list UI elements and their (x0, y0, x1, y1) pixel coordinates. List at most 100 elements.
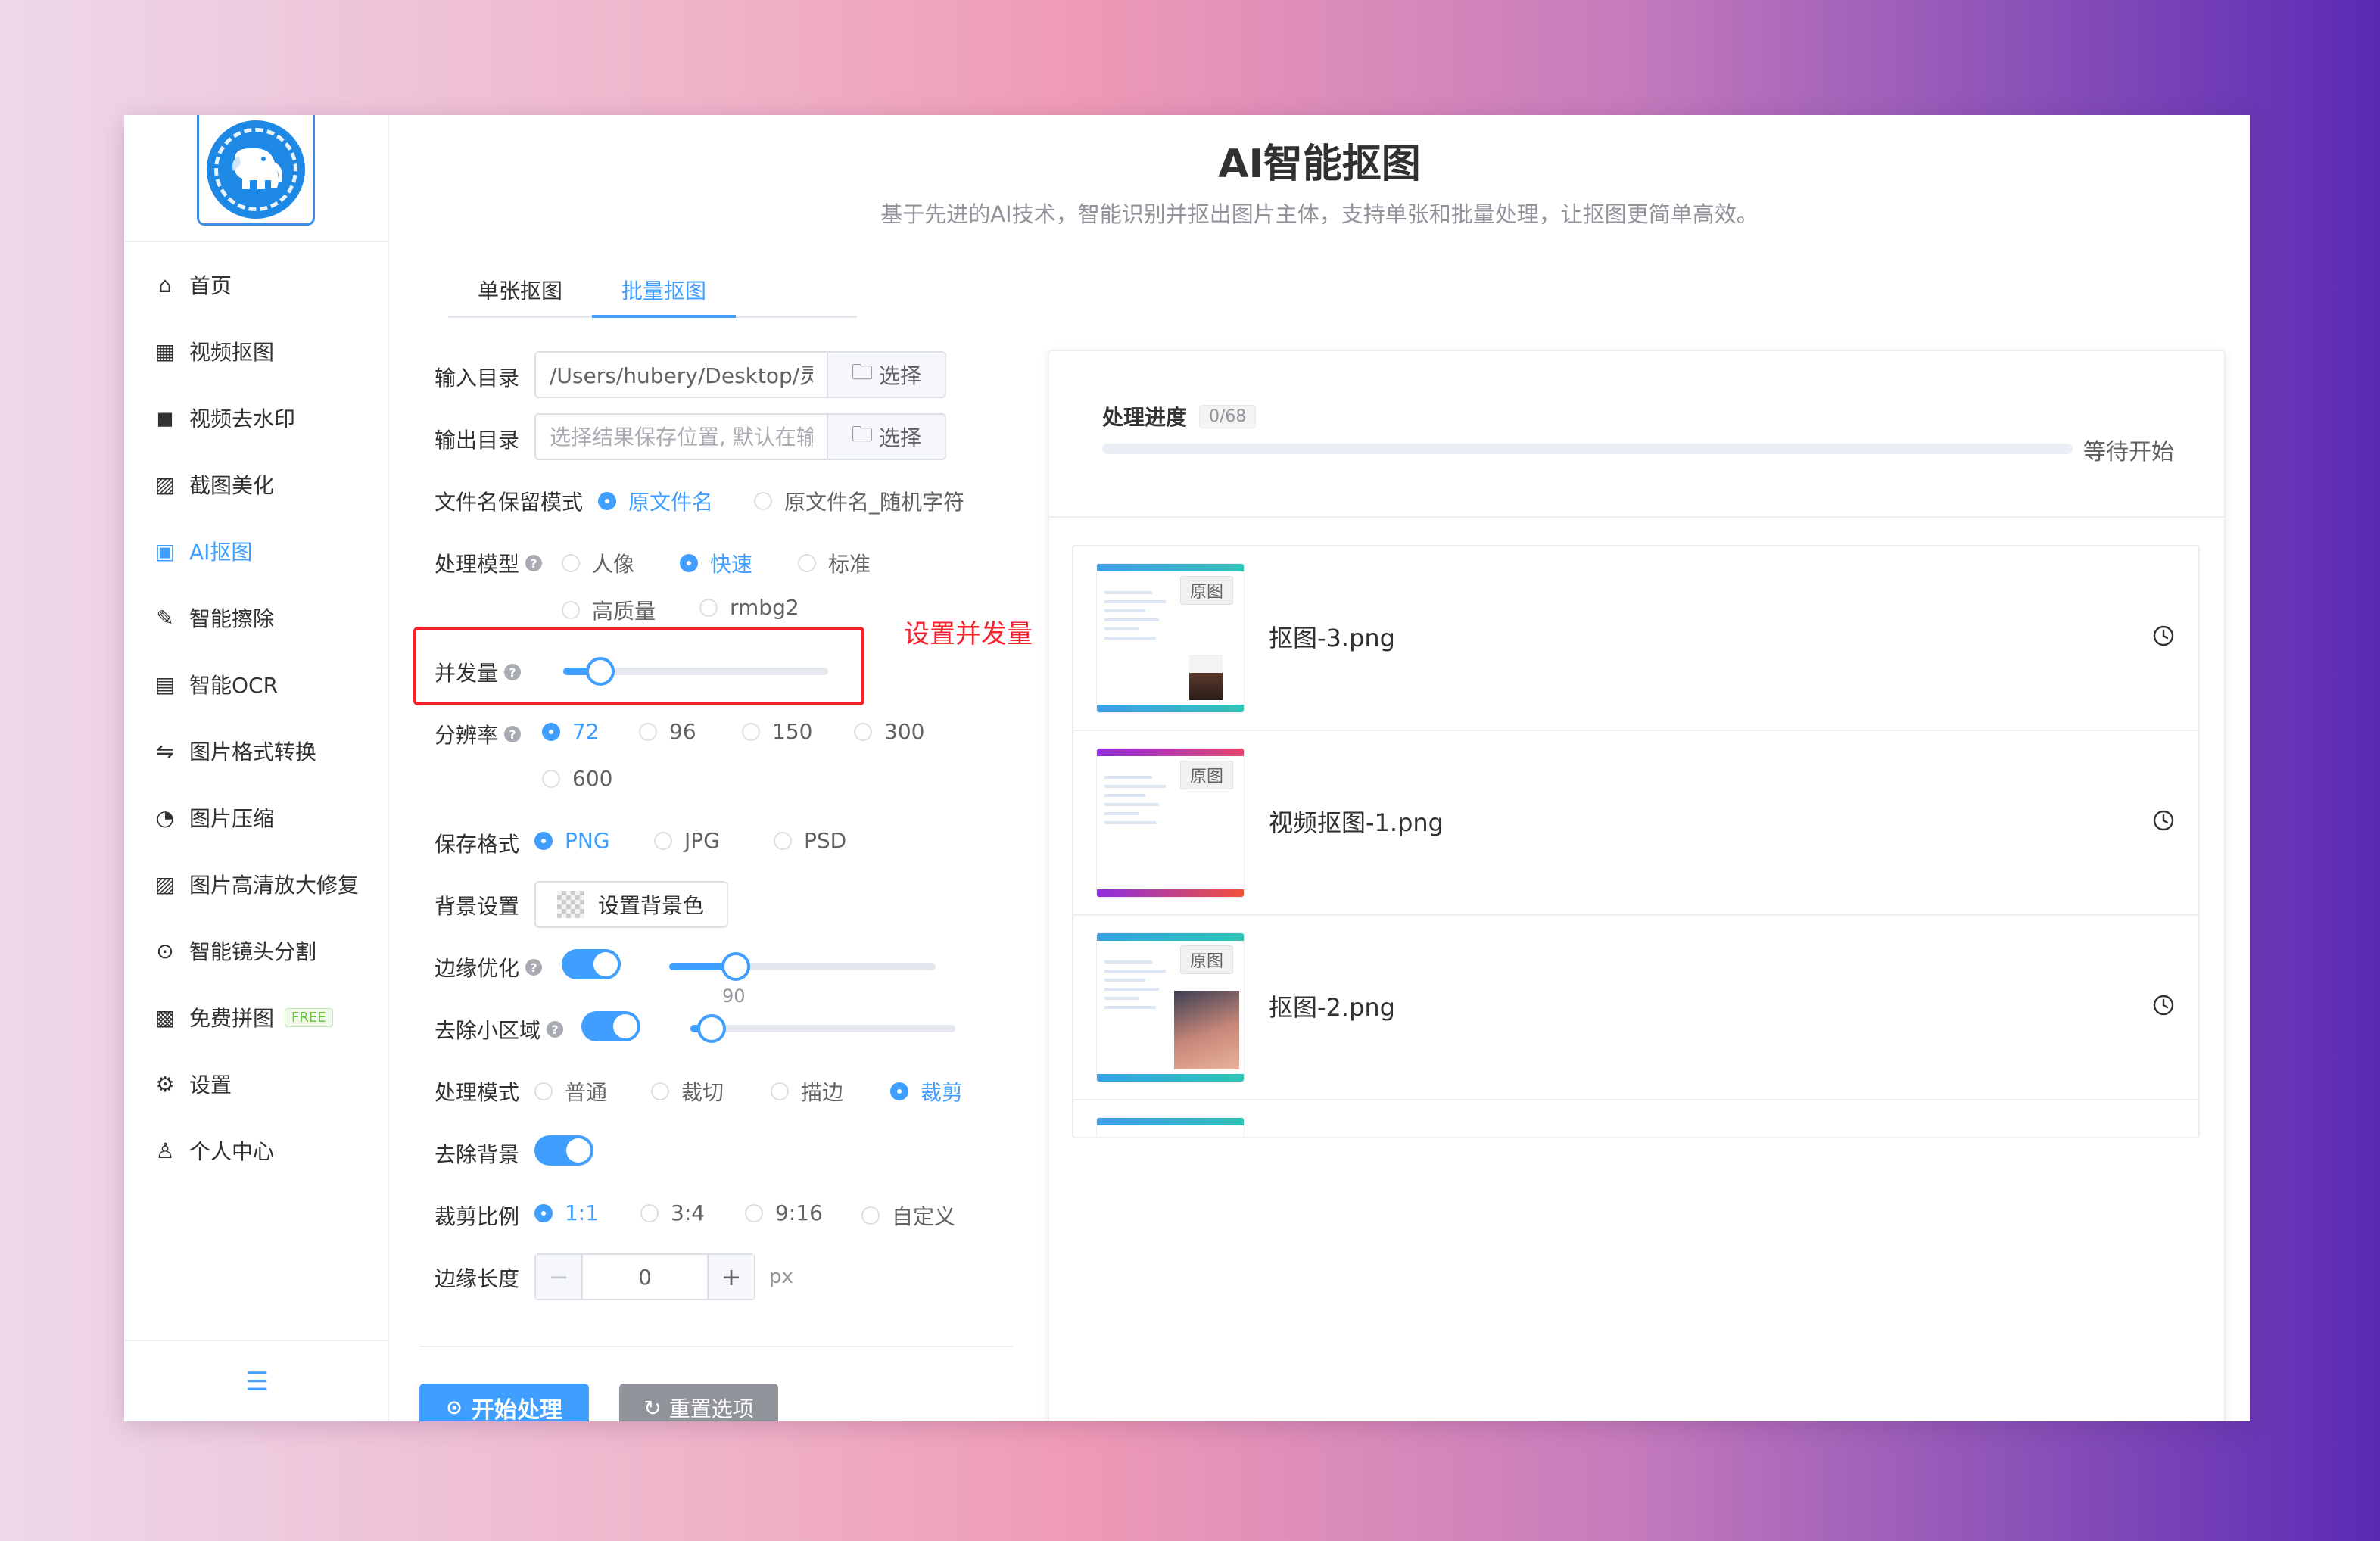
slider-thumb[interactable] (586, 657, 615, 686)
original-tag: 原图 (1180, 945, 1234, 974)
remove-bg-switch[interactable] (534, 1135, 593, 1166)
radio-ratio-custom[interactable]: 自定义 (861, 1200, 955, 1231)
radio-format-jpg[interactable]: JPG (654, 828, 720, 853)
remove-small-label: 去除小区域? (435, 1014, 564, 1044)
radio-model-portrait[interactable]: 人像 (562, 548, 634, 578)
increment-button[interactable]: + (707, 1255, 754, 1299)
sidebar-item-4[interactable]: ▣ AI抠图 (124, 518, 388, 584)
sidebar-item-label: 智能OCR (189, 673, 279, 698)
radio-model-fast[interactable]: 快速 (680, 548, 752, 578)
sidebar-item-10[interactable]: ⊙ 智能镜头分割 (124, 917, 388, 984)
radio-res-150[interactable]: 150 (742, 719, 812, 744)
file-thumbnail: 原图 (1096, 563, 1245, 713)
radio-ratio-9-16[interactable]: 9:16 (745, 1200, 823, 1225)
original-tag: 原图 (1180, 576, 1234, 605)
file-name: 视频抠图-1.png (1269, 808, 1444, 837)
home-icon: ⌂ (158, 272, 172, 297)
camera-icon: ◼ (156, 405, 174, 431)
file-item-partial (1073, 1100, 2198, 1137)
sidebar-item-label: 设置 (189, 1072, 232, 1097)
sidebar-item-label: 智能擦除 (189, 606, 275, 631)
model-label: 处理模型? (435, 548, 543, 578)
sidebar-item-5[interactable]: ✎ 智能擦除 (124, 584, 388, 651)
edge-optimize-switch[interactable] (562, 949, 621, 979)
filename-mode-label: 文件名保留模式 (435, 490, 584, 515)
radio-format-psd[interactable]: PSD (774, 828, 846, 853)
compress-icon: ◔ (155, 805, 175, 830)
sidebar-item-8[interactable]: ◔ 图片压缩 (124, 784, 388, 851)
edge-length-value[interactable]: 0 (583, 1255, 707, 1299)
file-name: 抠图-2.png (1269, 993, 1395, 1022)
output-dir-field[interactable] (536, 415, 827, 459)
remove-small-slider[interactable] (690, 1014, 955, 1043)
slider-thumb[interactable] (697, 1014, 726, 1043)
file-thumbnail: 原图 (1096, 748, 1245, 898)
tab-batch[interactable]: 批量抠图 (592, 272, 736, 318)
radio-mode-crop[interactable]: 裁剪 (890, 1076, 963, 1107)
play-circle-icon: ⊙ (446, 1396, 463, 1419)
slider-thumb[interactable] (721, 952, 750, 981)
decrement-button[interactable]: − (536, 1255, 583, 1299)
start-process-button[interactable]: ⊙ 开始处理 (419, 1384, 589, 1421)
help-icon: ? (504, 664, 522, 680)
sidebar-item-2[interactable]: ◼ 视频去水印 (124, 384, 388, 451)
radio-model-rmbg2[interactable]: rmbg2 (699, 595, 799, 620)
sidebar-item-label: 免费拼图 (189, 1006, 275, 1031)
radio-mode-cut[interactable]: 裁切 (651, 1076, 724, 1107)
radio-mode-normal[interactable]: 普通 (534, 1076, 607, 1107)
transparent-icon (557, 891, 584, 918)
radio-res-600[interactable]: 600 (542, 766, 612, 791)
user-icon: ♙ (155, 1138, 175, 1163)
radio-ratio-3-4[interactable]: 3:4 (640, 1200, 705, 1225)
sidebar-item-12[interactable]: ⚙ 设置 (124, 1051, 388, 1117)
sidebar-item-6[interactable]: ▤ 智能OCR (124, 651, 388, 718)
collapse-menu-icon[interactable]: ☰ (244, 1367, 271, 1397)
output-dir-select-button[interactable]: 🗀 选择 (827, 415, 945, 459)
page-subtitle: 基于先进的AI技术，智能识别并抠出图片主体，支持单张和批量处理，让抠图更简单高效… (880, 201, 1759, 227)
radio-model-standard[interactable]: 标准 (798, 548, 871, 578)
radio-res-300[interactable]: 300 (854, 719, 924, 744)
help-icon: ? (525, 555, 543, 571)
remove-small-switch[interactable] (581, 1011, 640, 1041)
file-item[interactable]: 原图 抠图-3.png (1073, 546, 2198, 731)
reset-options-button[interactable]: ↻ 重置选项 (619, 1384, 778, 1421)
help-icon: ? (547, 1021, 564, 1038)
file-item[interactable]: 原图视频抠图-1.png (1073, 731, 2198, 916)
sidebar-item-0[interactable]: ⌂ 首页 (124, 251, 388, 318)
document-icon: ▤ (154, 671, 176, 697)
image-icon: ▨ (154, 472, 176, 497)
radio-mode-stroke[interactable]: 描边 (771, 1076, 843, 1107)
sidebar-item-7[interactable]: ⇋ 图片格式转换 (124, 718, 388, 784)
original-tag: 原图 (1180, 761, 1234, 789)
sidebar-item-label: 图片高清放大修复 (189, 873, 360, 898)
concurrency-slider[interactable] (563, 657, 828, 686)
set-background-button[interactable]: 设置背景色 (534, 881, 728, 928)
apps-icon: ▩ (154, 1004, 176, 1030)
edge-length-unit: px (769, 1265, 793, 1288)
radio-res-96[interactable]: 96 (639, 719, 696, 744)
input-dir-select-button[interactable]: 🗀 选择 (827, 353, 945, 397)
radio-ratio-1-1[interactable]: 1:1 (534, 1200, 599, 1225)
grid-icon: ▦ (154, 338, 176, 364)
sidebar-item-11[interactable]: ▩ 免费拼图 FREE (124, 984, 388, 1051)
sidebar-item-1[interactable]: ▦ 视频抠图 (124, 318, 388, 384)
remove-bg-label: 去除背景 (435, 1142, 520, 1167)
sidebar-menu: ⌂ 首页 ▦ 视频抠图 ◼ 视频去水印 ▨ 截图美化 ▣ AI抠图 ✎ 智能擦除 ▤ 智能OCR ⇋ 图片格式… (124, 251, 388, 1184)
radio-filename-original[interactable]: 原文件名 (598, 486, 713, 516)
tab-single[interactable]: 单张抠图 (448, 272, 592, 316)
radio-filename-random[interactable]: 原文件名_随机字符 (754, 486, 964, 516)
file-item[interactable]: 原图抠图-2.png (1073, 916, 2198, 1100)
sidebar-item-label: 截图美化 (189, 473, 275, 498)
radio-res-72[interactable]: 72 (542, 719, 600, 744)
sidebar-item-13[interactable]: ♙ 个人中心 (124, 1117, 388, 1184)
sidebar-item-9[interactable]: ▨ 图片高清放大修复 (124, 851, 388, 917)
folder-icon: 🗀 (851, 360, 873, 384)
clock-icon (2153, 995, 2174, 1016)
radio-format-png[interactable]: PNG (534, 828, 610, 853)
radio-model-hq[interactable]: 高质量 (562, 595, 656, 625)
edge-optimize-slider[interactable] (669, 952, 936, 981)
gear-icon: ⚙ (155, 1071, 175, 1097)
sidebar-item-3[interactable]: ▨ 截图美化 (124, 451, 388, 518)
file-list: 原图 抠图-3.png 原图 视频抠图-1.png 原图 抠图-2.png (1072, 545, 2200, 1138)
input-dir-field[interactable] (536, 353, 827, 397)
